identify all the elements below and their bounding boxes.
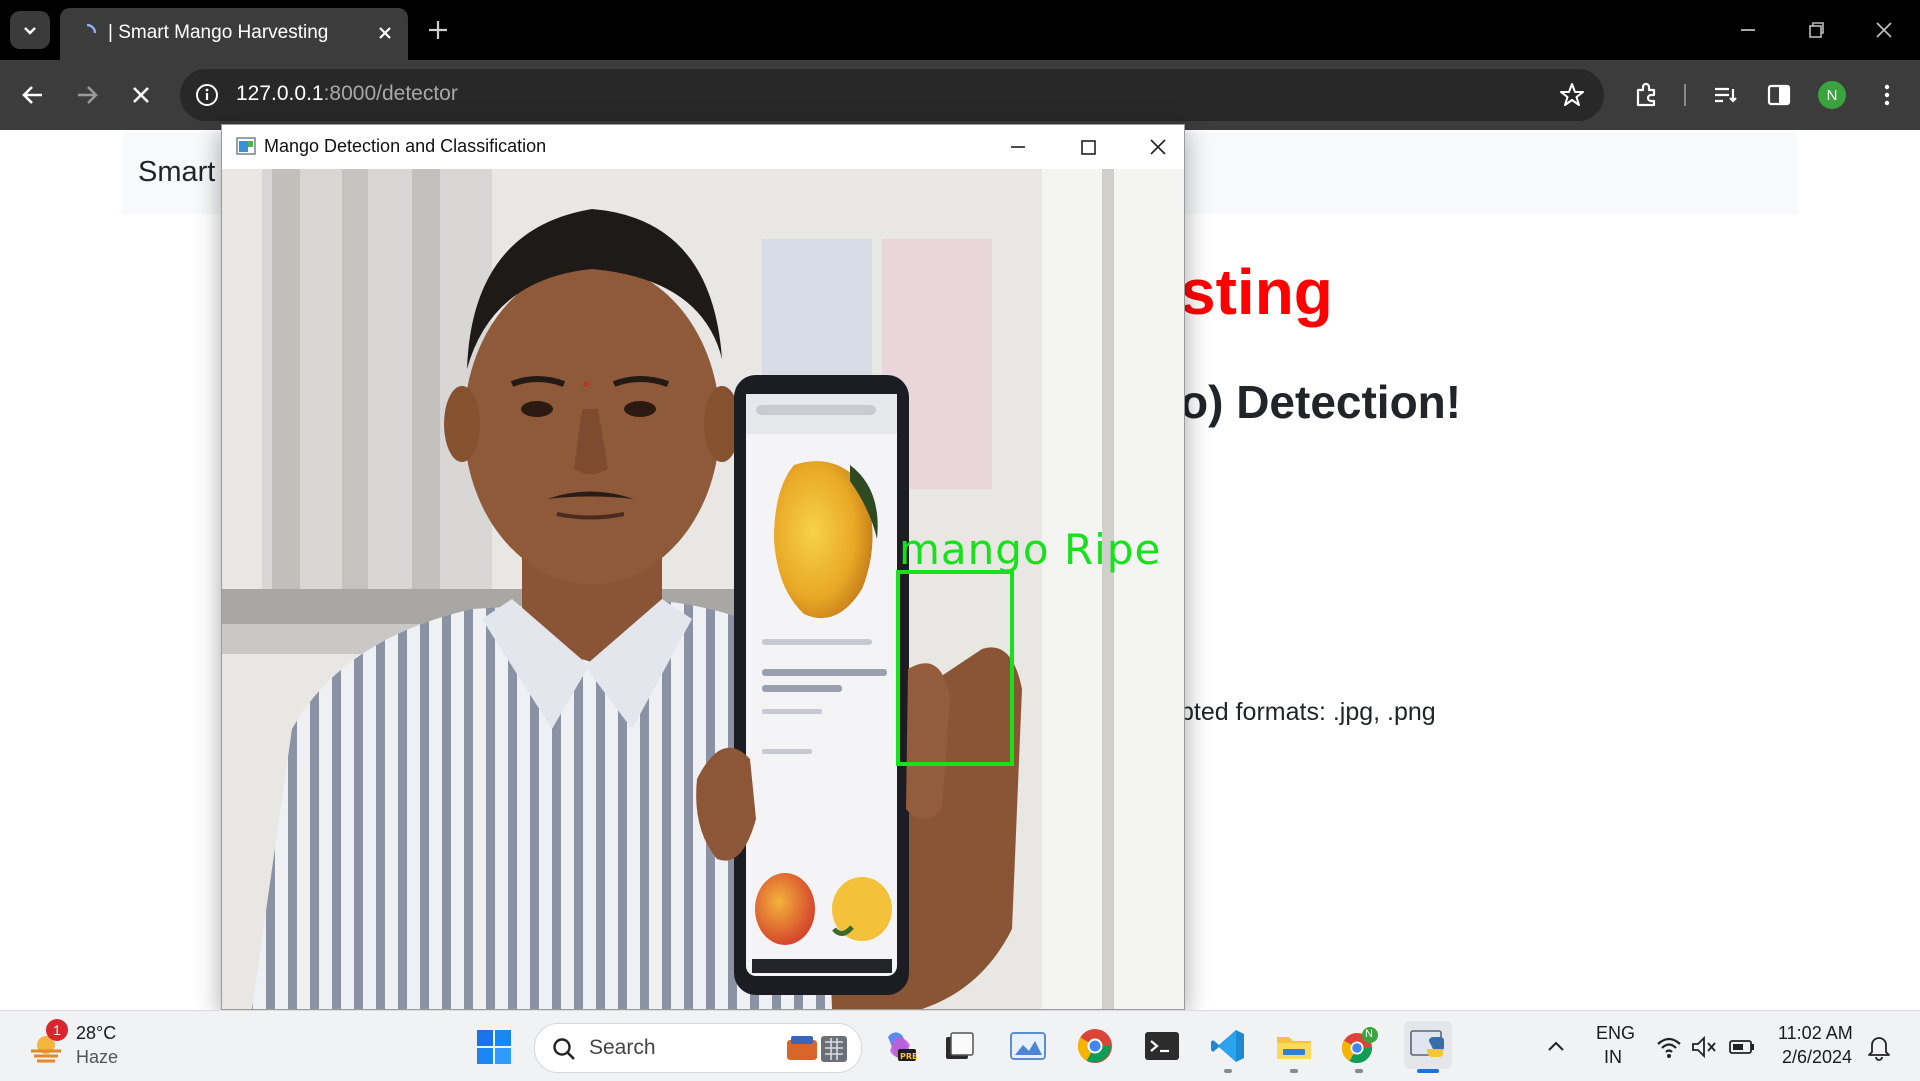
url-host: 127.0.0.1	[236, 82, 324, 105]
browser-tabstrip: | Smart Mango Harvesting	[0, 0, 1920, 60]
detection-window: Mango Detection and Classification mango…	[221, 124, 1185, 1010]
chevron-up-icon[interactable]	[1544, 1035, 1568, 1059]
detection-window-titlebar[interactable]: Mango Detection and Classification	[222, 125, 1184, 169]
more-menu-icon[interactable]	[1872, 80, 1902, 110]
task-view-app[interactable]	[938, 1025, 980, 1067]
taskbar-search[interactable]: Search	[534, 1023, 862, 1073]
windows-taskbar: 1 28°C Haze Search PRE N ENG IN 11:02 AM…	[0, 1010, 1920, 1081]
restore-window-icon[interactable]	[1802, 16, 1830, 44]
app-window-icon	[236, 137, 256, 155]
photos-icon	[1010, 1032, 1046, 1060]
python-active-indicator	[1417, 1069, 1439, 1073]
weather-condition: Haze	[76, 1047, 119, 1067]
page-heading: sting	[1180, 256, 1333, 328]
detection-bounding-box	[896, 570, 1014, 766]
wifi-icon[interactable]	[1655, 1033, 1683, 1061]
address-bar[interactable]: 127.0.0.1:8000/detector	[180, 69, 1604, 121]
popup-minimize-icon[interactable]	[1004, 133, 1032, 161]
url-path: :8000/detector	[323, 82, 458, 105]
side-panel-icon[interactable]	[1764, 80, 1794, 110]
navbar-brand[interactable]: Smart	[138, 156, 215, 189]
profile-avatar[interactable]: N	[1818, 81, 1846, 109]
python-app-active[interactable]	[1404, 1021, 1452, 1069]
url-text: 127.0.0.1:8000/detector	[236, 82, 458, 106]
tab-search-button[interactable]	[10, 11, 50, 49]
photos-app[interactable]	[1007, 1025, 1049, 1067]
language-secondary: IN	[1604, 1047, 1622, 1067]
close-window-icon[interactable]	[1870, 16, 1898, 44]
file-explorer-app[interactable]	[1273, 1025, 1315, 1067]
vscode-icon	[1211, 1030, 1244, 1062]
accepted-formats-text: pted formats: .jpg, .png	[1180, 698, 1436, 726]
toolbar-separator	[1684, 84, 1686, 106]
vscode-app[interactable]	[1207, 1025, 1249, 1067]
detection-window-title: Mango Detection and Classification	[264, 136, 547, 156]
clock-date: 2/6/2024	[1782, 1047, 1853, 1067]
vscode-running-indicator	[1224, 1069, 1232, 1073]
copilot-app[interactable]: PRE	[878, 1025, 920, 1067]
site-info-icon[interactable]	[194, 82, 220, 108]
notification-bell-icon[interactable]	[1866, 1033, 1892, 1061]
popup-close-icon[interactable]	[1144, 133, 1172, 161]
forward-arrow-icon[interactable]	[72, 80, 102, 110]
volume-muted-icon[interactable]	[1690, 1033, 1718, 1061]
new-tab-icon[interactable]	[424, 16, 452, 44]
extensions-puzzle-icon[interactable]	[1632, 80, 1662, 110]
tab-close-icon[interactable]	[374, 22, 396, 44]
browser-tab-active[interactable]: | Smart Mango Harvesting	[60, 8, 408, 60]
svg-text:PRE: PRE	[900, 1052, 918, 1061]
battery-icon[interactable]	[1728, 1033, 1756, 1061]
search-icon	[553, 1038, 575, 1060]
task-view-icon	[946, 1032, 974, 1059]
search-placeholder: Search	[589, 1036, 656, 1059]
browser-toolbar: 127.0.0.1:8000/detector N	[0, 60, 1920, 130]
chevron-down-icon	[24, 27, 36, 35]
page-subheading: o) Detection!	[1180, 376, 1462, 428]
search-highlight-art-icon	[787, 1036, 847, 1062]
loading-spinner-icon	[86, 24, 96, 34]
weather-notification-badge: 1	[46, 1019, 68, 1041]
windows-start-icon[interactable]	[476, 1029, 512, 1065]
back-arrow-icon[interactable]	[18, 80, 48, 110]
folder-icon	[1277, 1037, 1311, 1059]
clock-time: 11:02 AM	[1778, 1023, 1853, 1043]
camera-frame-image	[222, 169, 1184, 1009]
minimize-window-icon[interactable]	[1734, 16, 1762, 44]
popup-maximize-icon[interactable]	[1074, 133, 1102, 161]
python-window-icon	[1410, 1030, 1444, 1057]
chrome-running-indicator	[1355, 1069, 1363, 1073]
weather-temperature: 28°C	[76, 1023, 117, 1043]
reading-list-icon[interactable]	[1710, 80, 1740, 110]
chrome-profile-app[interactable]: N	[1338, 1025, 1380, 1067]
terminal-icon	[1145, 1032, 1179, 1060]
chrome-profile-badge: N	[1365, 1028, 1373, 1040]
chrome-profile-icon	[1341, 1027, 1378, 1064]
detection-label: mango Ripe	[899, 525, 1162, 574]
copilot-icon: PRE	[888, 1032, 918, 1061]
stop-loading-icon[interactable]	[126, 80, 156, 110]
terminal-app[interactable]	[1141, 1025, 1183, 1067]
bookmark-star-icon[interactable]	[1558, 81, 1586, 109]
chrome-icon	[1078, 1029, 1112, 1063]
language-primary: ENG	[1596, 1023, 1636, 1043]
explorer-running-indicator	[1290, 1069, 1298, 1073]
tab-title: | Smart Mango Harvesting	[108, 22, 329, 43]
camera-feed: mango Ripe	[222, 169, 1184, 1009]
chrome-app[interactable]	[1074, 1025, 1116, 1067]
